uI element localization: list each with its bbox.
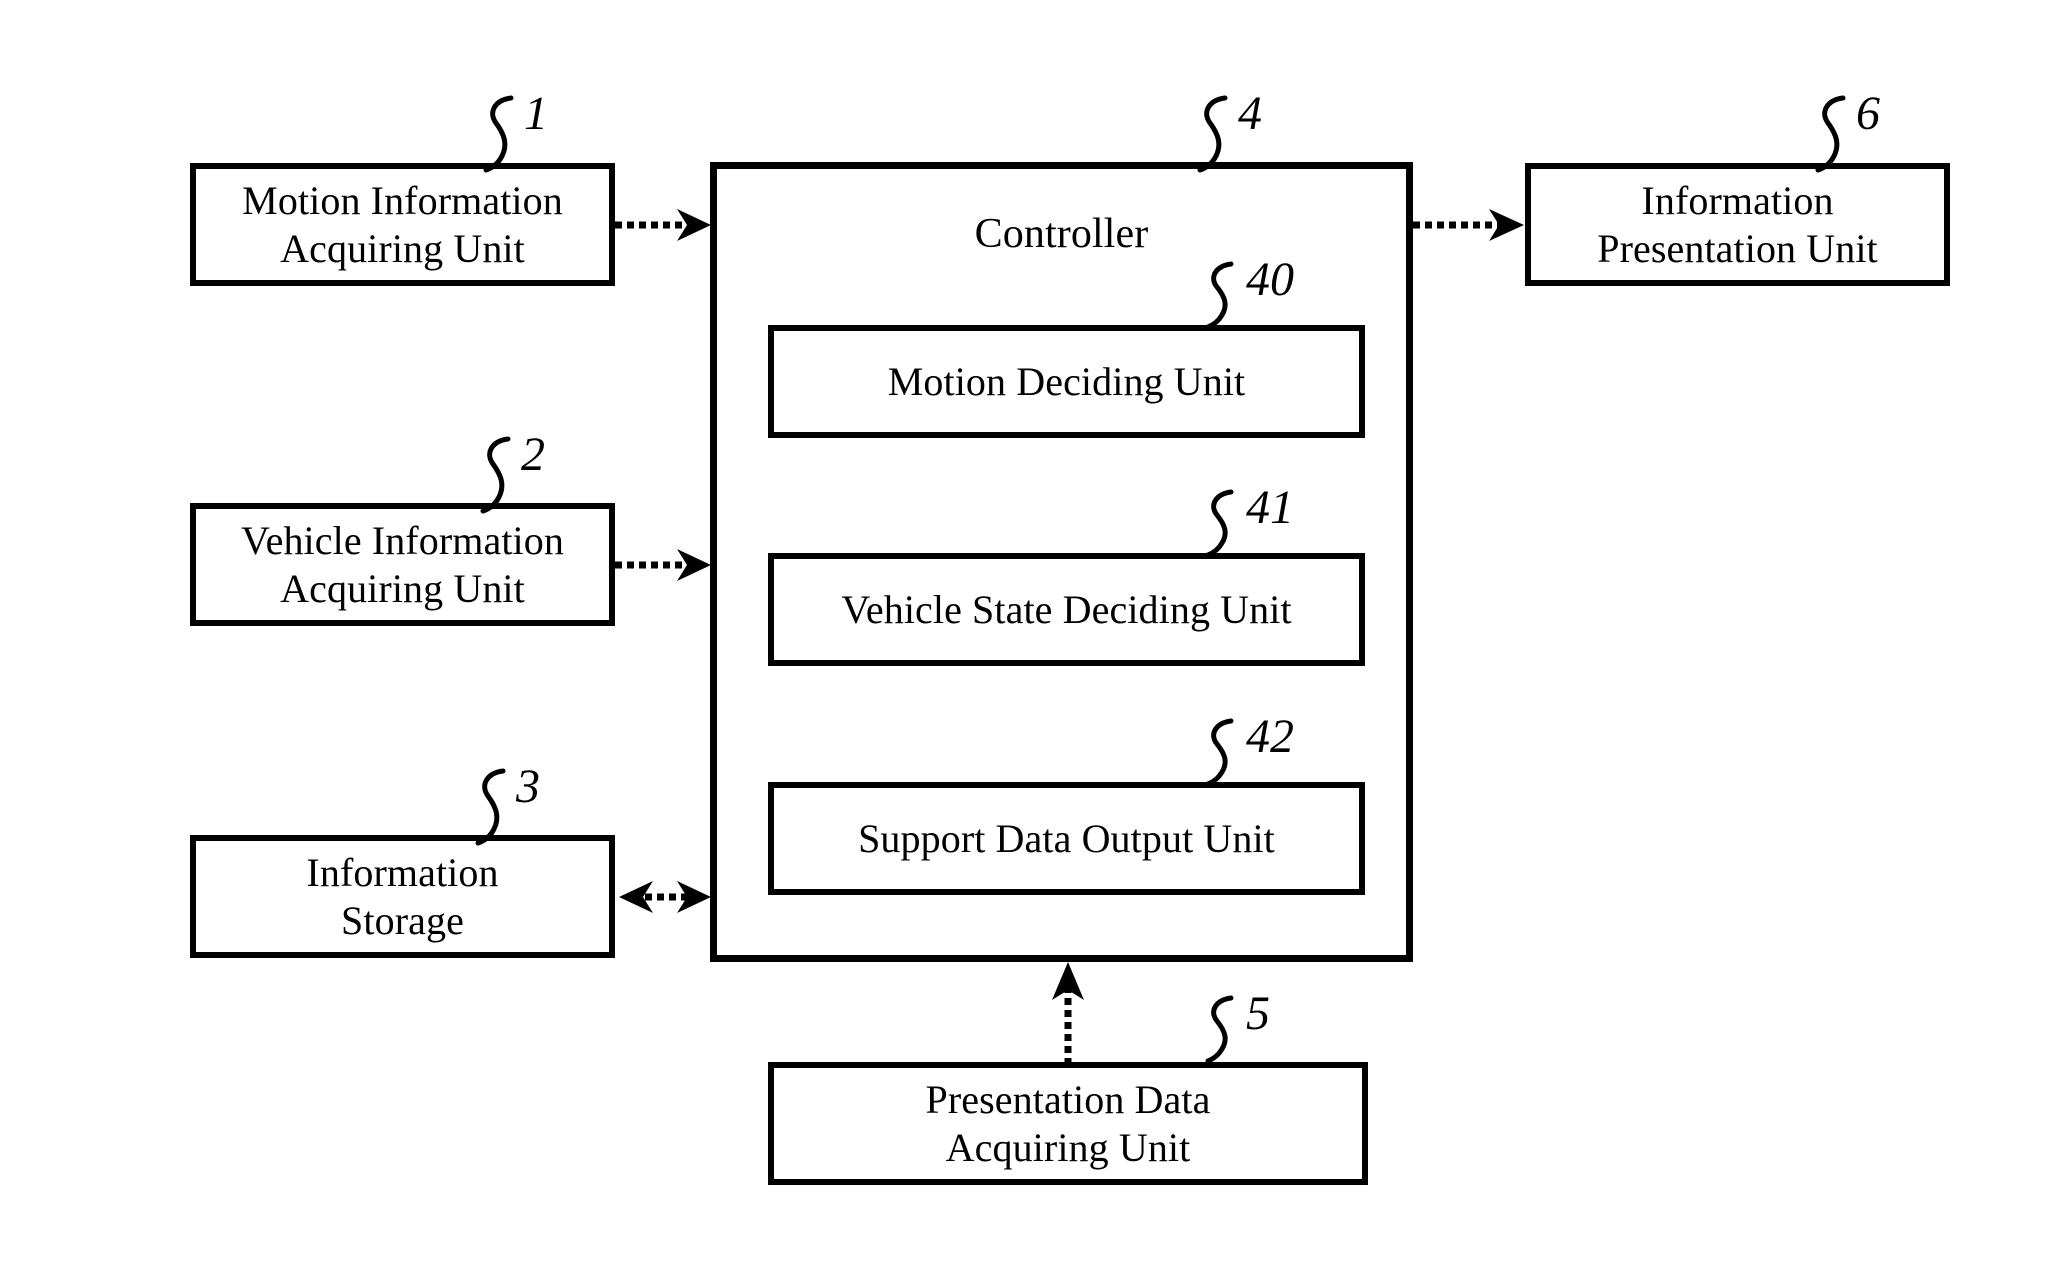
block-label: Information Presentation Unit <box>1597 178 1878 271</box>
block-motion-deciding-unit: Motion Deciding Unit <box>768 325 1365 438</box>
connector-vehicle-to-controller <box>615 545 715 585</box>
reference-numeral-label: 6 <box>1856 87 1880 140</box>
block-support-data-output-unit: Support Data Output Unit <box>768 782 1365 895</box>
reference-numeral-label: 4 <box>1238 87 1262 140</box>
block-motion-information-acquiring-unit: Motion Information Acquiring Unit <box>190 163 615 286</box>
block-vehicle-state-deciding-unit: Vehicle State Deciding Unit <box>768 553 1365 666</box>
diagram-canvas: Motion Information Acquiring Unit Vehicl… <box>0 0 2070 1280</box>
reference-numeral-label: 1 <box>524 87 548 140</box>
connector-presentation-data-to-controller <box>1048 960 1088 1065</box>
connector-storage-controller <box>615 877 715 917</box>
block-information-presentation-unit: Information Presentation Unit <box>1525 163 1950 286</box>
block-vehicle-information-acquiring-unit: Vehicle Information Acquiring Unit <box>190 503 615 626</box>
block-label: Motion Deciding Unit <box>887 358 1246 404</box>
block-label: Presentation Data Acquiring Unit <box>925 1077 1211 1170</box>
block-information-storage: Information Storage <box>190 835 615 958</box>
block-label: Support Data Output Unit <box>858 815 1275 861</box>
block-label: Motion Information Acquiring Unit <box>242 178 563 271</box>
block-label: Vehicle State Deciding Unit <box>841 586 1292 632</box>
connector-controller-to-presentation <box>1413 205 1528 245</box>
block-label: Vehicle Information Acquiring Unit <box>241 518 564 611</box>
block-label: Information Storage <box>306 850 499 943</box>
reference-numeral-label: 3 <box>516 760 540 813</box>
block-presentation-data-acquiring-unit: Presentation Data Acquiring Unit <box>768 1062 1368 1185</box>
connector-motion-to-controller <box>615 205 715 245</box>
reference-numeral-label: 5 <box>1246 987 1270 1040</box>
reference-numeral-label: 2 <box>521 428 545 481</box>
controller-label: Controller <box>974 211 1149 257</box>
